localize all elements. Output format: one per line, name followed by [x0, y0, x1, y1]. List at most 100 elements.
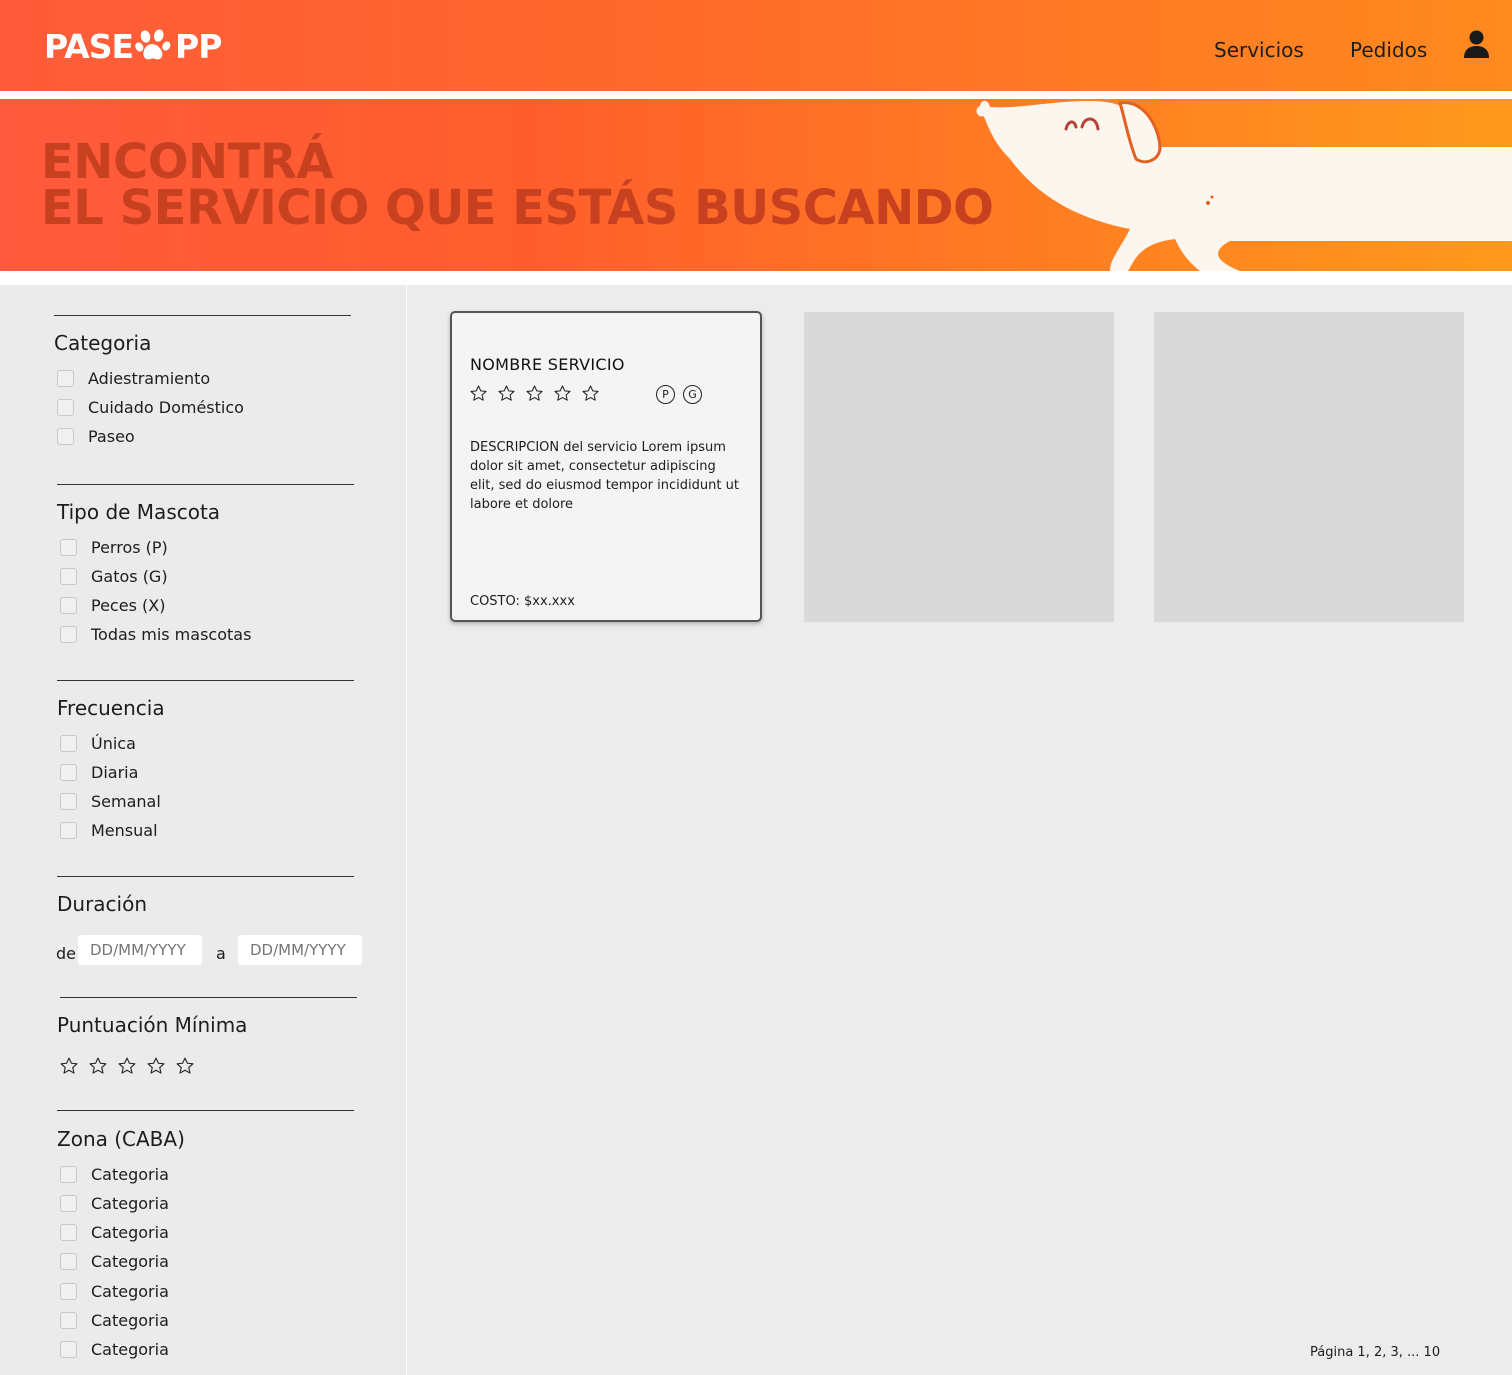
service-description: DESCRIPCION del servicio Lorem ipsum dol… — [470, 440, 739, 512]
filter-option-zona[interactable]: Categoria — [60, 1194, 169, 1213]
option-label: Todas mis mascotas — [91, 625, 252, 644]
star-outline-icon — [526, 385, 543, 401]
filters-sidebar: Categoria Adiestramiento Cuidado Domésti… — [0, 285, 407, 1375]
nav-pedidos-link[interactable]: Pedidos — [1350, 38, 1427, 62]
pet-badge-gatos: G — [683, 385, 702, 404]
filter-option-zona[interactable]: Categoria — [60, 1252, 169, 1271]
checkbox[interactable] — [57, 370, 74, 387]
filter-option-peces[interactable]: Peces (X) — [60, 596, 165, 615]
header-separator — [0, 91, 1512, 99]
option-label: Adiestramiento — [88, 369, 211, 388]
hero-separator — [0, 271, 1512, 285]
filter-option-cuidado-domestico[interactable]: Cuidado Doméstico — [57, 398, 244, 417]
star-outline-icon — [554, 385, 571, 401]
logo-text-left: PASE — [44, 26, 134, 66]
option-label: Peces (X) — [91, 596, 166, 615]
filter-title-categoria: Categoria — [54, 331, 152, 355]
filter-title-mascota: Tipo de Mascota — [57, 500, 221, 524]
filter-option-zona[interactable]: Categoria — [60, 1282, 169, 1301]
checkbox[interactable] — [60, 1224, 77, 1241]
filter-option-perros[interactable]: Perros (P) — [60, 538, 168, 557]
results-area: NOMBRE SERVICIO P G DESCRIPCION del serv… — [420, 285, 1512, 1375]
checkbox[interactable] — [60, 626, 77, 643]
paw-icon — [135, 29, 171, 60]
option-label: Categoria — [91, 1311, 169, 1330]
filter-option-gatos[interactable]: Gatos (G) — [60, 567, 168, 586]
option-label: Semanal — [91, 792, 161, 811]
checkbox[interactable] — [57, 428, 74, 445]
filter-title-puntuacion: Puntuación Mínima — [57, 1013, 248, 1037]
option-label: Categoria — [91, 1340, 169, 1359]
filter-option-adiestramiento[interactable]: Adiestramiento — [57, 369, 210, 388]
filter-option-semanal[interactable]: Semanal — [60, 792, 161, 811]
hero-title: ENCONTRÁ EL SERVICIO QUE ESTÁS BUSCANDO — [41, 138, 994, 232]
logo[interactable]: PASE PP — [44, 26, 222, 66]
filter-option-zona[interactable]: Categoria — [60, 1165, 169, 1184]
star-outline-icon[interactable] — [117, 1056, 137, 1076]
min-rating-stars[interactable] — [59, 1056, 195, 1076]
option-label: Única — [91, 734, 136, 753]
option-label: Paseo — [88, 427, 135, 446]
checkbox[interactable] — [60, 735, 77, 752]
star-outline-icon[interactable] — [88, 1056, 108, 1076]
filter-title-zona: Zona (CABA) — [57, 1127, 185, 1151]
checkbox[interactable] — [60, 1253, 77, 1270]
option-label: Categoria — [91, 1165, 169, 1184]
date-from-input[interactable] — [78, 935, 202, 965]
pagination[interactable]: Página 1, 2, 3, ... 10 — [1310, 1345, 1440, 1360]
user-icon[interactable] — [1464, 30, 1489, 59]
star-outline-icon[interactable] — [59, 1056, 79, 1076]
option-label: Categoria — [91, 1223, 169, 1242]
dachshund-illustration — [976, 100, 1512, 271]
checkbox[interactable] — [60, 793, 77, 810]
option-label: Categoria — [91, 1194, 169, 1213]
service-cost: COSTO: $xx.xxx — [470, 594, 575, 609]
star-outline-icon[interactable] — [146, 1056, 166, 1076]
hero-title-line2: EL SERVICIO QUE ESTÁS BUSCANDO — [41, 180, 994, 236]
checkbox[interactable] — [60, 1283, 77, 1300]
filter-divider — [57, 1110, 354, 1111]
checkbox[interactable] — [60, 1195, 77, 1212]
date-from-label: de — [56, 944, 76, 963]
top-navbar: PASE PP Servicios Pedidos — [0, 0, 1512, 91]
filter-divider — [60, 997, 357, 998]
date-to-label: a — [216, 944, 226, 963]
option-label: Diaria — [91, 763, 139, 782]
filter-divider — [57, 876, 354, 877]
filter-option-zona[interactable]: Categoria — [60, 1311, 169, 1330]
service-card-placeholder[interactable] — [804, 312, 1114, 622]
checkbox[interactable] — [60, 822, 77, 839]
option-label: Categoria — [91, 1252, 169, 1271]
date-to-input[interactable] — [238, 935, 362, 965]
filter-divider — [57, 680, 354, 681]
pet-badge-perros: P — [656, 385, 675, 404]
filter-title-duracion: Duración — [57, 892, 148, 916]
option-label: Categoria — [91, 1282, 169, 1301]
filter-title-frecuencia: Frecuencia — [57, 696, 165, 720]
filter-option-zona[interactable]: Categoria — [60, 1223, 169, 1242]
filter-option-paseo[interactable]: Paseo — [57, 427, 135, 446]
filter-divider — [54, 315, 351, 316]
star-outline-icon — [498, 385, 515, 401]
nav-servicios-link[interactable]: Servicios — [1214, 38, 1304, 62]
service-rating-stars — [469, 384, 600, 403]
checkbox[interactable] — [60, 597, 77, 614]
checkbox[interactable] — [60, 1166, 77, 1183]
filter-option-mensual[interactable]: Mensual — [60, 821, 158, 840]
filter-option-todas[interactable]: Todas mis mascotas — [60, 625, 251, 644]
logo-text-right: PP — [175, 26, 222, 66]
checkbox[interactable] — [60, 539, 77, 556]
checkbox[interactable] — [60, 568, 77, 585]
hero-banner: ENCONTRÁ EL SERVICIO QUE ESTÁS BUSCANDO — [0, 99, 1512, 271]
filter-option-diaria[interactable]: Diaria — [60, 763, 138, 782]
filter-option-zona[interactable]: Categoria — [60, 1340, 169, 1359]
checkbox[interactable] — [60, 764, 77, 781]
checkbox[interactable] — [57, 399, 74, 416]
service-card-placeholder[interactable] — [1154, 312, 1464, 622]
star-outline-icon[interactable] — [175, 1056, 195, 1076]
service-card[interactable]: NOMBRE SERVICIO P G DESCRIPCION del serv… — [450, 311, 762, 622]
option-label: Perros (P) — [91, 538, 168, 557]
filter-option-unica[interactable]: Única — [60, 734, 136, 753]
checkbox[interactable] — [60, 1341, 77, 1358]
checkbox[interactable] — [60, 1312, 77, 1329]
